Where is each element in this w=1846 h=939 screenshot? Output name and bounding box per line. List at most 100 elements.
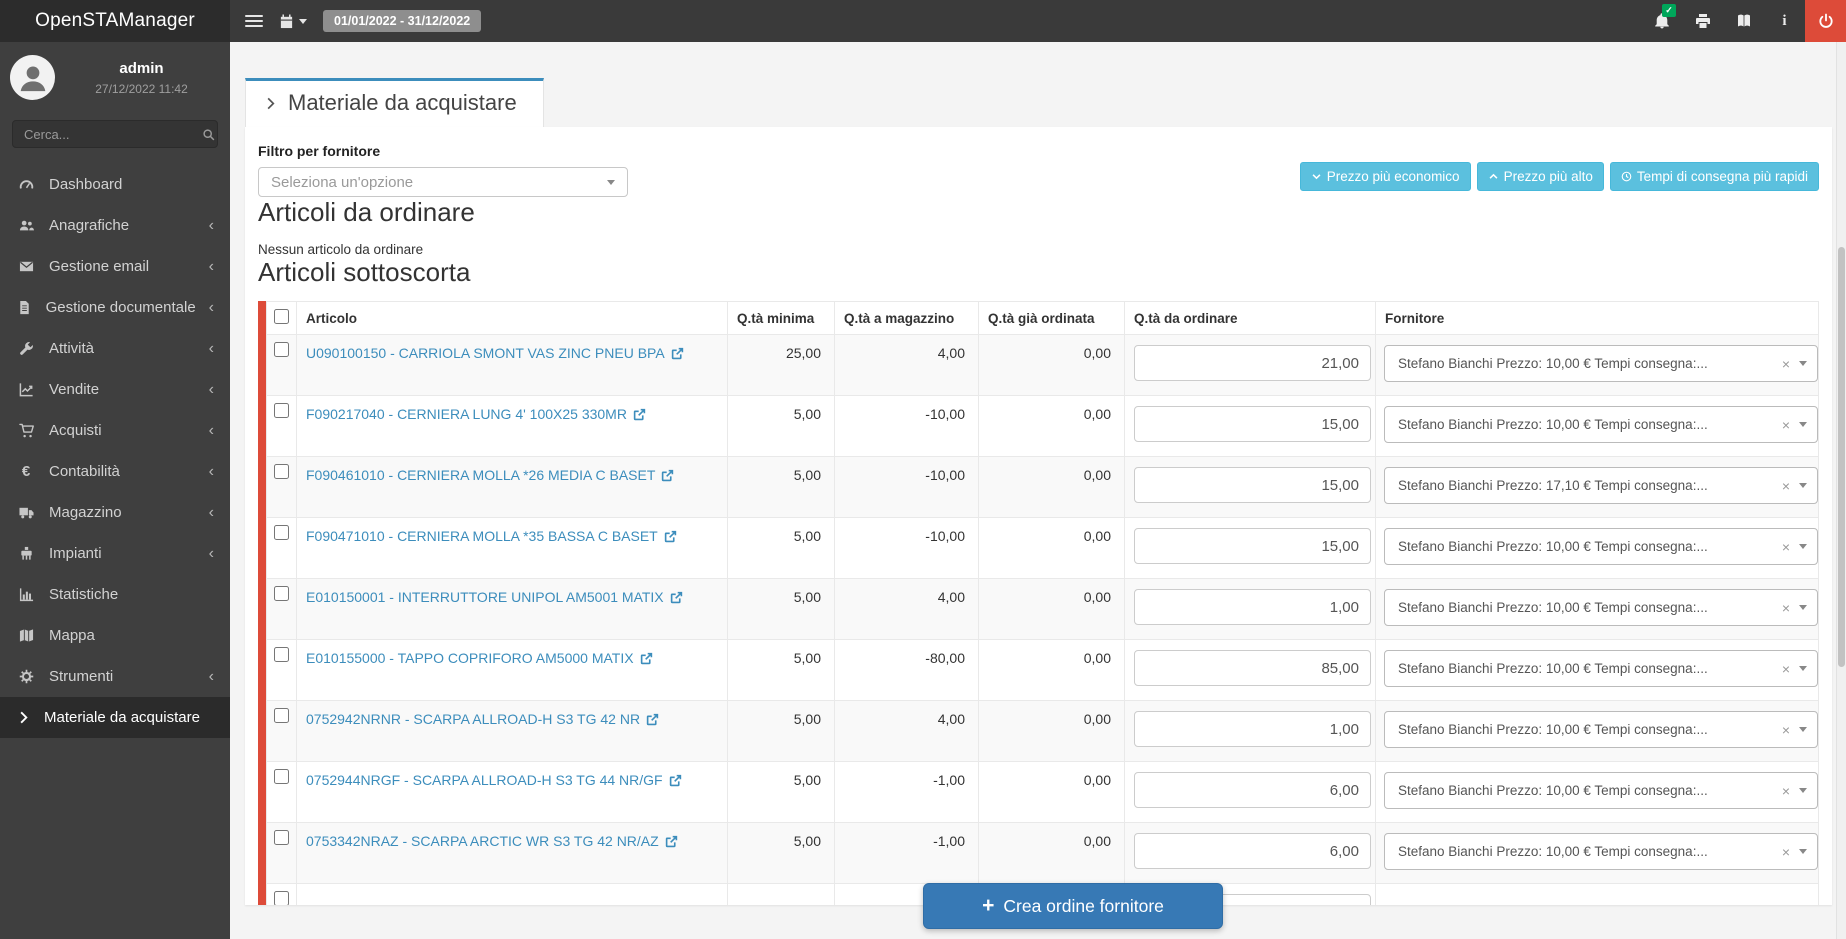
- row-checkbox[interactable]: [274, 769, 289, 784]
- power-icon: [1818, 13, 1834, 29]
- row-checkbox[interactable]: [274, 525, 289, 540]
- logout-button[interactable]: [1805, 0, 1846, 42]
- clear-selection-icon[interactable]: ×: [1782, 600, 1790, 616]
- qty-to-order-input[interactable]: [1134, 833, 1371, 869]
- qty-to-order-input[interactable]: [1134, 589, 1371, 625]
- sidebar-toggle-icon[interactable]: [245, 15, 263, 28]
- article-link[interactable]: 0753342NRAZ - SCARPA ARCTIC WR S3 TG 42 …: [306, 833, 678, 849]
- chevron-left-icon: ‹: [209, 426, 214, 436]
- row-checkbox[interactable]: [274, 891, 289, 905]
- qty-to-order-input[interactable]: [1134, 406, 1371, 442]
- sidebar-item-vendite[interactable]: Vendite ‹: [0, 369, 230, 410]
- print-button[interactable]: [1682, 0, 1723, 42]
- row-checkbox[interactable]: [274, 403, 289, 418]
- clear-selection-icon[interactable]: ×: [1782, 783, 1790, 799]
- sidebar-item-contabilita[interactable]: € Contabilità ‹: [0, 451, 230, 492]
- qty-to-order-input[interactable]: [1134, 467, 1371, 503]
- row-checkbox[interactable]: [274, 830, 289, 845]
- sidebar-item-mappa[interactable]: Mappa ‹: [0, 615, 230, 656]
- article-link[interactable]: E010150001 - INTERRUTTORE UNIPOL AM5001 …: [306, 589, 683, 605]
- supplier-select[interactable]: Stefano Bianchi Prezzo: 10,00 € Tempi co…: [1384, 650, 1818, 687]
- select-all-checkbox[interactable]: [274, 309, 289, 324]
- create-supplier-order-button[interactable]: + Crea ordine fornitore: [923, 883, 1223, 929]
- row-checkbox[interactable]: [274, 342, 289, 357]
- sidebar-item-materiale-da-acquistare[interactable]: Materiale da acquistare ‹: [0, 697, 230, 738]
- app-logo[interactable]: OpenSTAManager: [0, 0, 230, 42]
- row-checkbox[interactable]: [274, 464, 289, 479]
- sidebar-item-statistiche[interactable]: Statistiche ‹: [0, 574, 230, 615]
- clear-selection-icon[interactable]: ×: [1782, 661, 1790, 677]
- sidebar-item-gestione-documentale[interactable]: Gestione documentale ‹: [0, 287, 230, 328]
- chevron-down-icon: [1799, 361, 1807, 366]
- sort-fastest-delivery-button[interactable]: Tempi di consegna più rapidi: [1610, 162, 1819, 191]
- article-link[interactable]: 0752944NRGF - SCARPA ALLROAD-H S3 TG 44 …: [306, 772, 682, 788]
- supplier-select[interactable]: Stefano Bianchi Prezzo: 10,00 € Tempi co…: [1384, 772, 1818, 809]
- sidebar-item-strumenti[interactable]: Strumenti ‹: [0, 656, 230, 697]
- table-row: E010150001 - INTERRUTTORE UNIPOL AM5001 …: [267, 579, 1819, 640]
- sidebar-item-dashboard[interactable]: Dashboard ‹: [0, 164, 230, 205]
- qty-to-order-input[interactable]: [1134, 650, 1371, 686]
- article-link[interactable]: F090217040 - CERNIERA LUNG 4' 100X25 330…: [306, 406, 646, 422]
- qty-to-order-input[interactable]: [1134, 528, 1371, 564]
- clear-selection-icon[interactable]: ×: [1782, 417, 1790, 433]
- qty-min-cell: 5,00: [728, 762, 835, 823]
- notifications-button[interactable]: ✓: [1641, 0, 1682, 42]
- article-link[interactable]: U090100150 - CARRIOLA SMONT VAS ZINC PNE…: [306, 345, 684, 361]
- clear-selection-icon[interactable]: ×: [1782, 722, 1790, 738]
- row-checkbox[interactable]: [274, 708, 289, 723]
- qty-min-cell: 5,00: [728, 579, 835, 640]
- qty-to-order-input[interactable]: [1134, 711, 1371, 747]
- clear-selection-icon[interactable]: ×: [1782, 539, 1790, 555]
- search-icon[interactable]: [202, 128, 215, 141]
- sort-highest-price-button[interactable]: Prezzo più alto: [1477, 162, 1604, 191]
- clear-selection-icon[interactable]: ×: [1782, 844, 1790, 860]
- clear-selection-icon[interactable]: ×: [1782, 356, 1790, 372]
- info-button[interactable]: i: [1764, 0, 1805, 42]
- sidebar-item-magazzino[interactable]: Magazzino ‹: [0, 492, 230, 533]
- col-header-qta-minima: Q.tà minima: [728, 302, 835, 335]
- article-link[interactable]: E010155000 - TAPPO COPRIFORO AM5000 MATI…: [306, 650, 653, 666]
- docs-button[interactable]: [1723, 0, 1764, 42]
- scrollbar-thumb[interactable]: [1838, 247, 1845, 667]
- sort-cheapest-button[interactable]: Prezzo più economico: [1300, 162, 1471, 191]
- supplier-select[interactable]: Stefano Bianchi Prezzo: 10,00 € Tempi co…: [1384, 406, 1818, 443]
- row-checkbox[interactable]: [274, 586, 289, 601]
- date-range-badge[interactable]: 01/01/2022 - 31/12/2022: [323, 10, 481, 32]
- qty-to-order-input[interactable]: [1134, 772, 1371, 808]
- external-link-icon: [646, 713, 659, 726]
- chevron-left-icon: ‹: [209, 549, 214, 559]
- supplier-select[interactable]: Stefano Bianchi Prezzo: 10,00 € Tempi co…: [1384, 833, 1818, 870]
- qty-stock-cell: -10,00: [835, 518, 979, 579]
- clear-selection-icon[interactable]: ×: [1782, 478, 1790, 494]
- avatar[interactable]: [10, 55, 55, 100]
- supplier-select[interactable]: Stefano Bianchi Prezzo: 10,00 € Tempi co…: [1384, 589, 1818, 626]
- supplier-select[interactable]: Stefano Bianchi Prezzo: 17,10 € Tempi co…: [1384, 467, 1818, 504]
- col-header-qta-da-ordinare: Q.tà da ordinare: [1125, 302, 1376, 335]
- sidebar-item-impianti[interactable]: Impianti ‹: [0, 533, 230, 574]
- qty-to-order-input[interactable]: [1134, 345, 1371, 381]
- sidebar-item-gestione-email[interactable]: Gestione email ‹: [0, 246, 230, 287]
- supplier-filter-select[interactable]: Seleziona un'opzione: [258, 167, 628, 197]
- sidebar-item-anagrafiche[interactable]: Anagrafiche ‹: [0, 205, 230, 246]
- article-link[interactable]: F090471010 - CERNIERA MOLLA *35 BASSA C …: [306, 528, 677, 544]
- article-link[interactable]: 0752942NRNR - SCARPA ALLROAD-H S3 TG 42 …: [306, 711, 659, 727]
- article-link[interactable]: F090461010 - CERNIERA MOLLA *26 MEDIA C …: [306, 467, 674, 483]
- calendar-icon: [279, 14, 294, 29]
- understock-table-body: U090100150 - CARRIOLA SMONT VAS ZINC PNE…: [267, 335, 1819, 906]
- status-ok-badge: ✓: [1662, 4, 1676, 17]
- supplier-select[interactable]: Stefano Bianchi Prezzo: 10,00 € Tempi co…: [1384, 711, 1818, 748]
- tab-materiale-da-acquistare[interactable]: Materiale da acquistare: [245, 78, 544, 127]
- supplier-select[interactable]: Stefano Bianchi Prezzo: 10,00 € Tempi co…: [1384, 528, 1818, 565]
- row-checkbox[interactable]: [274, 647, 289, 662]
- date-filter-toggle[interactable]: [279, 14, 307, 29]
- search-input[interactable]: [22, 126, 202, 143]
- table-row: E010155000 - TAPPO COPRIFORO AM5000 MATI…: [267, 640, 1819, 701]
- qty-stock-cell: 4,00: [835, 579, 979, 640]
- sidebar-item-acquisti[interactable]: Acquisti ‹: [0, 410, 230, 451]
- supplier-select[interactable]: Stefano Bianchi Prezzo: 10,00 € Tempi co…: [1384, 345, 1818, 382]
- sidebar-item-attivita[interactable]: Attività ‹: [0, 328, 230, 369]
- page-scrollbar[interactable]: [1836, 42, 1846, 939]
- chevron-left-icon: ‹: [209, 385, 214, 395]
- select-placeholder: Seleziona un'opzione: [271, 174, 607, 191]
- user-name: admin: [63, 60, 220, 77]
